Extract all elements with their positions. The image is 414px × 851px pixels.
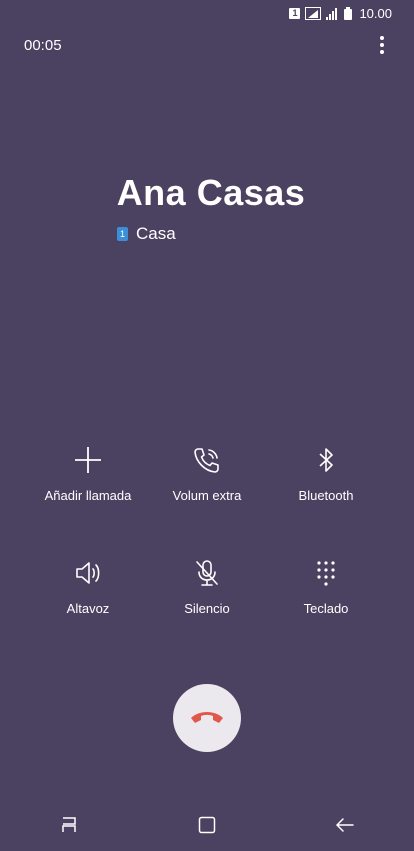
bluetooth-label: Bluetooth: [298, 488, 354, 503]
sim-1-icon: 1: [289, 7, 301, 19]
keypad-button[interactable]: Teclado: [257, 557, 395, 616]
phone-volume-icon: [191, 444, 223, 476]
mute-label: Silencio: [184, 601, 230, 616]
more-options-icon[interactable]: [376, 34, 388, 56]
back-button[interactable]: [315, 805, 375, 845]
mic-off-icon: [191, 557, 223, 589]
signal-icon: [326, 7, 338, 20]
signal-icon: [305, 6, 322, 20]
add-call-button[interactable]: Añadir llamada: [19, 444, 157, 503]
speaker-label: Altavoz: [66, 601, 110, 616]
keypad-icon: [310, 557, 342, 589]
keypad-label: Teclado: [303, 601, 349, 616]
call-timer: 00:05: [24, 37, 62, 54]
home-button[interactable]: [177, 805, 237, 845]
back-icon: [335, 818, 354, 832]
recent-apps-icon: [62, 817, 76, 832]
navigation-bar: [0, 799, 414, 851]
speaker-button[interactable]: Altavoz: [19, 557, 157, 616]
end-call-button[interactable]: [173, 684, 241, 752]
bluetooth-icon: [310, 444, 342, 476]
recent-apps-button[interactable]: [39, 805, 99, 845]
speaker-icon: [72, 557, 104, 589]
add-icon: [72, 444, 104, 476]
end-call-icon: [191, 712, 223, 723]
extra-volume-label: Volum extra: [172, 488, 242, 503]
extra-volume-button[interactable]: Volum extra: [138, 444, 276, 503]
bluetooth-button[interactable]: Bluetooth: [257, 444, 395, 503]
status-bar: 1 10.00: [0, 0, 414, 26]
add-call-label: Añadir llamada: [44, 488, 132, 503]
number-type-label: Casa: [136, 224, 176, 243]
contact-name: Ana Casas: [116, 172, 306, 213]
status-time: 10.00: [359, 5, 392, 21]
home-icon: [198, 816, 216, 834]
battery-icon: [344, 6, 353, 20]
sim-card-icon: 1: [117, 227, 128, 241]
contact-number-label: 1 Casa: [117, 224, 176, 244]
mute-button[interactable]: Silencio: [138, 557, 276, 616]
